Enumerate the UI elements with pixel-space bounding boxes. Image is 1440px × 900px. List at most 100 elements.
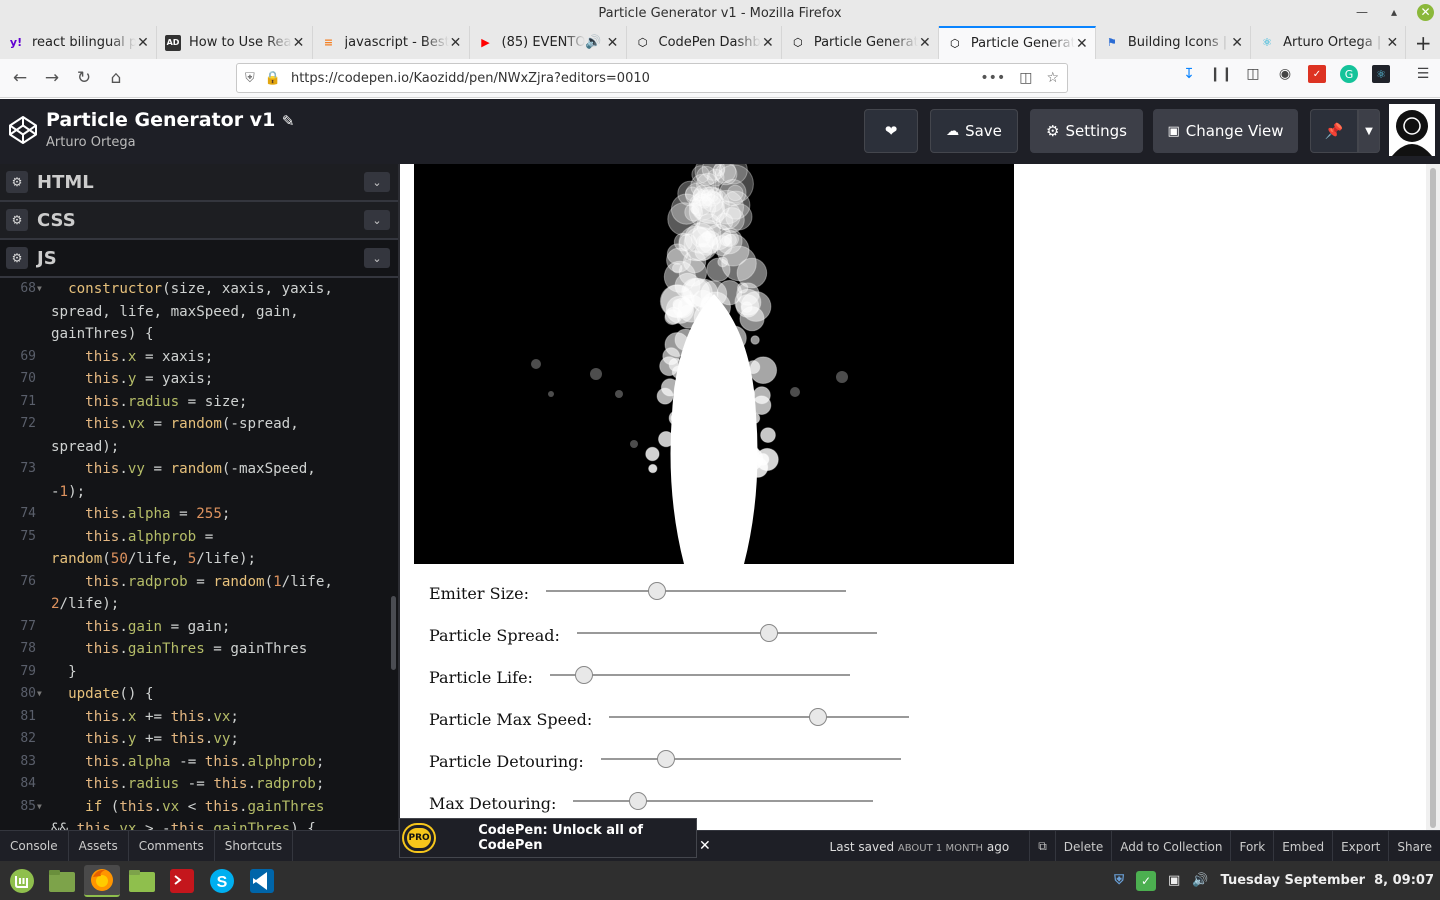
back-button[interactable]: ← — [4, 63, 36, 93]
network-icon[interactable]: ▣ — [1168, 873, 1180, 888]
html-settings-gear-icon[interactable]: ⚙ — [6, 171, 28, 193]
code-line[interactable]: 74 this.alpha = 255; — [0, 503, 398, 526]
mint-menu-icon[interactable] — [4, 865, 40, 897]
control-slider[interactable] — [601, 750, 901, 768]
fork-button[interactable]: Fork — [1230, 831, 1273, 862]
browser-tab[interactable]: ≡ javascript - Best ✕ — [313, 26, 470, 59]
pin-button[interactable]: 📌 — [1310, 109, 1358, 153]
pen-title[interactable]: Particle Generator v1 ✎ — [46, 109, 295, 131]
add-to-collection-button[interactable]: Add to Collection — [1111, 831, 1230, 862]
preview-scrollbar[interactable] — [1426, 164, 1440, 830]
browser-tab[interactable]: ⬡ Particle Generat ✕ — [782, 26, 939, 59]
love-button[interactable]: ❤ — [864, 109, 918, 153]
close-window-button[interactable]: ✕ — [1417, 3, 1434, 21]
pro-promo-banner[interactable]: PRO CodePen: Unlock all of CodePen — [399, 818, 697, 858]
code-line[interactable]: ▼ 68 constructor(size, xaxis, yaxis, — [0, 278, 398, 301]
close-tab-icon[interactable]: ✕ — [1230, 35, 1244, 51]
html-panel-header[interactable]: ⚙ HTML ⌄ — [0, 164, 398, 202]
control-slider[interactable] — [577, 624, 877, 642]
reload-button[interactable]: ↻ — [68, 63, 100, 93]
speaker-icon[interactable]: 🔊 — [585, 35, 601, 50]
maximize-button[interactable]: ▴ — [1385, 3, 1403, 21]
pocket-icon[interactable]: ◫ — [1019, 70, 1032, 86]
react-devtools-icon[interactable]: ⚛ — [1372, 65, 1390, 83]
control-slider[interactable] — [573, 792, 873, 810]
code-line[interactable]: 82 this.y += this.vy; — [0, 728, 398, 751]
html-collapse-chevron-icon[interactable]: ⌄ — [364, 172, 390, 192]
slider-thumb[interactable] — [809, 708, 828, 726]
bookmark-star-icon[interactable]: ☆ — [1046, 70, 1059, 86]
code-line[interactable]: 79 } — [0, 661, 398, 684]
codepen-logo-icon[interactable] — [8, 115, 38, 145]
change-view-button[interactable]: ▣ Change View — [1153, 109, 1298, 153]
code-line[interactable]: 71 this.radius = size; — [0, 391, 398, 414]
grammarly-icon[interactable]: G — [1340, 65, 1358, 83]
js-panel-header[interactable]: ⚙ JS ⌄ — [0, 240, 398, 278]
browser-tab[interactable]: y! react bilingual p ✕ — [0, 26, 157, 59]
menu-icon[interactable]: ☰ — [1414, 65, 1432, 83]
browser-tab[interactable]: ⬡ CodePen Dashb ✕ — [627, 26, 782, 59]
slider-thumb[interactable] — [760, 624, 779, 642]
terminal-icon[interactable] — [164, 865, 200, 897]
code-line[interactable]: -1); — [0, 481, 398, 504]
vscode-icon[interactable] — [244, 865, 280, 897]
code-line[interactable]: 81 this.x += this.vx; — [0, 706, 398, 729]
close-tab-icon[interactable]: ✕ — [761, 35, 775, 51]
browser-tab[interactable]: ▶ (85) EVENTO 🔊 ✕ — [470, 26, 627, 59]
close-tab-icon[interactable]: ✕ — [449, 35, 463, 51]
code-line[interactable]: 75 this.alphprob = — [0, 526, 398, 549]
css-panel-header[interactable]: ⚙ CSS ⌄ — [0, 202, 398, 240]
fold-arrow-icon[interactable]: ▼ — [37, 796, 42, 819]
close-tab-icon[interactable]: ✕ — [136, 35, 150, 51]
sidebar-icon[interactable]: ◫ — [1244, 65, 1262, 83]
skype-icon[interactable]: S — [204, 865, 240, 897]
fold-arrow-icon[interactable]: ▼ — [37, 278, 42, 301]
shield-icon[interactable]: ⛨ — [1114, 873, 1124, 888]
console-button[interactable]: Console — [0, 830, 69, 862]
code-line[interactable]: 2/life); — [0, 593, 398, 616]
close-tab-icon[interactable]: ✕ — [606, 35, 620, 51]
code-line[interactable]: 73 this.vy = random(-maxSpeed, — [0, 458, 398, 481]
account-icon[interactable]: ◉ — [1276, 65, 1294, 83]
slider-thumb[interactable] — [575, 666, 594, 684]
files-icon[interactable] — [44, 865, 80, 897]
slider-thumb[interactable] — [657, 750, 676, 768]
home-button[interactable]: ⌂ — [100, 63, 132, 93]
firefox-taskbar-icon[interactable] — [84, 864, 120, 897]
shortcuts-button[interactable]: Shortcuts — [215, 830, 294, 862]
css-collapse-chevron-icon[interactable]: ⌄ — [364, 210, 390, 230]
code-line[interactable]: 78 this.gainThres = gainThres — [0, 638, 398, 661]
user-avatar[interactable] — [1389, 104, 1435, 156]
edit-pencil-icon[interactable]: ✎ — [282, 112, 295, 130]
particle-canvas[interactable] — [414, 164, 1014, 564]
close-promo-icon[interactable]: ✕ — [699, 838, 713, 854]
open-external-icon[interactable]: ⧉ — [1029, 831, 1055, 862]
control-slider[interactable] — [546, 582, 846, 600]
pdf-extension-icon[interactable]: ✓ — [1308, 65, 1326, 83]
js-collapse-chevron-icon[interactable]: ⌄ — [364, 248, 390, 268]
assets-button[interactable]: Assets — [69, 830, 129, 862]
editor-scrollbar[interactable] — [391, 596, 396, 670]
page-actions-icon[interactable]: ••• — [980, 70, 1005, 86]
control-slider[interactable] — [550, 666, 850, 684]
share-button[interactable]: Share — [1388, 831, 1440, 862]
code-line[interactable]: 72 this.vx = random(-spread, — [0, 413, 398, 436]
forward-button[interactable]: → — [36, 63, 68, 93]
comments-button[interactable]: Comments — [129, 830, 215, 862]
control-slider[interactable] — [609, 708, 909, 726]
browser-tab[interactable]: ⚑ Building Icons | ✕ — [1096, 26, 1252, 59]
code-line[interactable]: 84 this.radius -= this.radprob; — [0, 773, 398, 796]
slider-thumb[interactable] — [629, 792, 648, 810]
code-line[interactable]: random(50/life, 5/life); — [0, 548, 398, 571]
pin-dropdown-button[interactable]: ▼ — [1358, 109, 1380, 153]
embed-button[interactable]: Embed — [1273, 831, 1332, 862]
code-line[interactable]: && this.vx > -this.gainThres) { — [0, 818, 398, 830]
update-check-icon[interactable]: ✓ — [1136, 870, 1157, 891]
close-tab-icon[interactable]: ✕ — [1385, 35, 1399, 51]
delete-button[interactable]: Delete — [1054, 831, 1111, 862]
code-line[interactable]: 76 this.radprob = random(1/life, — [0, 571, 398, 594]
code-line[interactable]: ▼ 85 if (this.vx < this.gainThres — [0, 796, 398, 819]
code-line[interactable]: 69 this.x = xaxis; — [0, 346, 398, 369]
css-settings-gear-icon[interactable]: ⚙ — [6, 209, 28, 231]
code-line[interactable]: spread); — [0, 436, 398, 459]
